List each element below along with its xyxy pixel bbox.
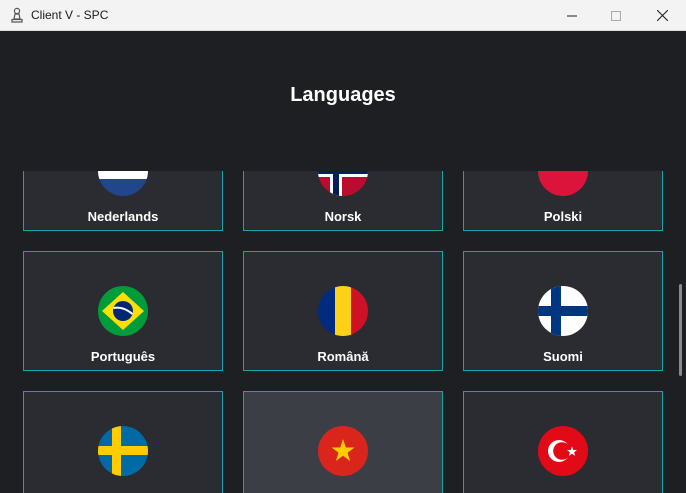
minimize-button[interactable] [549,0,595,31]
language-label: Română [317,349,369,364]
language-tile-romana[interactable]: Română [243,251,443,371]
finland-flag-icon [538,286,588,336]
maximize-icon [611,10,621,21]
netherlands-flag-icon [98,171,148,196]
window-title: Client V - SPC [31,8,109,22]
romania-flag-icon [318,286,368,336]
vertical-scrollbar[interactable] [676,171,686,493]
language-tile-norsk[interactable]: Norsk [243,171,443,231]
turkey-flag-icon [538,426,588,476]
language-tile-turkce[interactable] [463,391,663,493]
language-label: Polski [543,209,583,224]
language-label: Norsk [324,209,362,224]
language-tile-svenska[interactable] [23,391,223,493]
sweden-flag-icon [98,426,148,476]
header: Languages [0,31,686,171]
language-tile-polski[interactable]: Polski [463,171,663,231]
language-tile-tieng-viet[interactable] [243,391,443,493]
close-icon [656,10,668,21]
maximize-button[interactable] [593,0,639,31]
language-grid[interactable]: Nederlands Norsk Polski Português Română… [0,171,686,493]
title-bar: Client V - SPC [0,0,686,31]
vietnam-flag-icon [318,426,368,476]
language-label: Nederlands [87,209,159,224]
language-label: Português [90,349,156,364]
close-button[interactable] [639,0,685,31]
minimize-icon [567,15,577,16]
page-title: Languages [290,84,396,106]
language-tile-suomi[interactable]: Suomi [463,251,663,371]
brazil-flag-icon [98,286,148,336]
norway-flag-icon [318,171,368,196]
language-tile-portugues[interactable]: Português [23,251,223,371]
scrollbar-thumb[interactable] [679,284,682,376]
language-label: Suomi [543,349,583,364]
language-tile-nederlands[interactable]: Nederlands [23,171,223,231]
app-icon [11,7,23,23]
poland-flag-icon [538,171,588,196]
